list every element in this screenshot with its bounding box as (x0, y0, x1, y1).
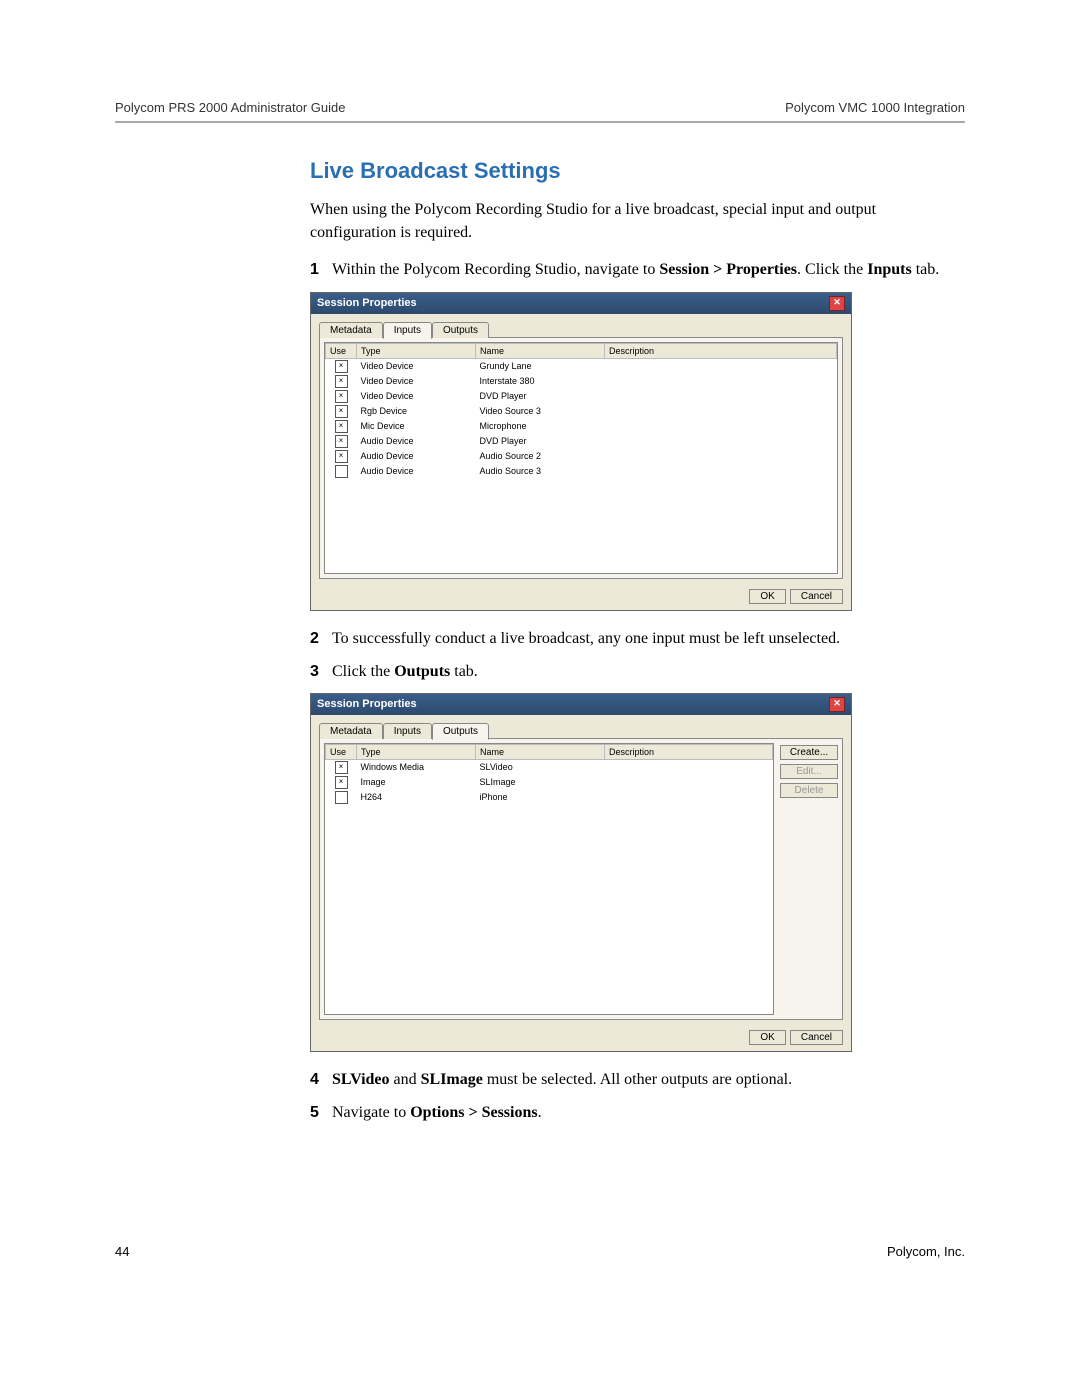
table-row[interactable]: H264iPhone (326, 790, 773, 805)
intro-paragraph: When using the Polycom Recording Studio … (310, 198, 965, 244)
page-number: 44 (115, 1244, 129, 1259)
step-text: Within the Polycom Recording Studio, nav… (332, 258, 965, 281)
tab-inputs[interactable]: Inputs (383, 723, 432, 739)
step-3: 3 Click the Outputs tab. (310, 660, 965, 683)
use-checkbox[interactable]: × (335, 405, 348, 418)
table-row[interactable]: Audio DeviceAudio Source 3 (326, 464, 837, 479)
table-row[interactable]: ×Audio DeviceDVD Player (326, 434, 837, 449)
table-row[interactable]: ×ImageSLImage (326, 775, 773, 790)
col-use[interactable]: Use (326, 744, 357, 759)
use-checkbox[interactable]: × (335, 390, 348, 403)
step-1: 1 Within the Polycom Recording Studio, n… (310, 258, 965, 281)
header-right: Polycom VMC 1000 Integration (785, 100, 965, 115)
table-row[interactable]: ×Mic DeviceMicrophone (326, 419, 837, 434)
page-header: Polycom PRS 2000 Administrator Guide Pol… (115, 100, 965, 121)
table-row[interactable]: ×Video DeviceDVD Player (326, 389, 837, 404)
use-checkbox[interactable]: × (335, 375, 348, 388)
step-number: 2 (310, 627, 332, 650)
step-number: 1 (310, 258, 332, 281)
step-number: 5 (310, 1101, 332, 1124)
table-row[interactable]: ×Video DeviceInterstate 380 (326, 374, 837, 389)
cancel-button[interactable]: Cancel (790, 589, 843, 604)
step-text: SLVideo and SLImage must be selected. Al… (332, 1068, 965, 1091)
step-number: 3 (310, 660, 332, 683)
step-number: 4 (310, 1068, 332, 1091)
edit-button[interactable]: Edit... (780, 764, 838, 779)
col-name[interactable]: Name (476, 343, 605, 358)
use-checkbox[interactable] (335, 465, 348, 478)
use-checkbox[interactable] (335, 791, 348, 804)
dialog-tabs: Metadata Inputs Outputs (319, 322, 843, 338)
footer-org: Polycom, Inc. (887, 1244, 965, 1259)
tab-metadata[interactable]: Metadata (319, 322, 383, 338)
step-4: 4 SLVideo and SLImage must be selected. … (310, 1068, 965, 1091)
header-divider (115, 121, 965, 123)
step-text: Navigate to Options > Sessions. (332, 1101, 965, 1124)
outputs-table: Use Type Name Description ×Windows Media… (325, 744, 773, 805)
ok-button[interactable]: OK (749, 589, 785, 604)
tab-metadata[interactable]: Metadata (319, 723, 383, 739)
col-type[interactable]: Type (357, 343, 476, 358)
use-checkbox[interactable]: × (335, 450, 348, 463)
step-5: 5 Navigate to Options > Sessions. (310, 1101, 965, 1124)
use-checkbox[interactable]: × (335, 776, 348, 789)
use-checkbox[interactable]: × (335, 761, 348, 774)
col-type[interactable]: Type (357, 744, 476, 759)
dialog-title-text: Session Properties (317, 698, 417, 710)
col-description[interactable]: Description (605, 744, 773, 759)
tab-inputs[interactable]: Inputs (383, 322, 432, 339)
step-text: To successfully conduct a live broadcast… (332, 627, 965, 650)
dialog-title-bar: Session Properties ✕ (311, 293, 851, 314)
table-row[interactable]: ×Video DeviceGrundy Lane (326, 358, 837, 374)
table-row[interactable]: ×Audio DeviceAudio Source 2 (326, 449, 837, 464)
output-action-buttons: Create... Edit... Delete (780, 743, 838, 1015)
dialog-tabs: Metadata Inputs Outputs (319, 723, 843, 739)
col-use[interactable]: Use (326, 343, 357, 358)
dialog-title-text: Session Properties (317, 297, 417, 309)
table-row[interactable]: ×Windows MediaSLVideo (326, 759, 773, 775)
step-2: 2 To successfully conduct a live broadca… (310, 627, 965, 650)
tab-outputs[interactable]: Outputs (432, 322, 489, 338)
page-footer: 44 Polycom, Inc. (115, 1244, 965, 1259)
close-icon[interactable]: ✕ (829, 697, 845, 712)
close-icon[interactable]: ✕ (829, 296, 845, 311)
col-description[interactable]: Description (605, 343, 837, 358)
use-checkbox[interactable]: × (335, 360, 348, 373)
ok-button[interactable]: OK (749, 1030, 785, 1045)
step-text: Click the Outputs tab. (332, 660, 965, 683)
section-heading: Live Broadcast Settings (310, 158, 965, 184)
use-checkbox[interactable]: × (335, 435, 348, 448)
header-left: Polycom PRS 2000 Administrator Guide (115, 100, 346, 115)
use-checkbox[interactable]: × (335, 420, 348, 433)
inputs-table: Use Type Name Description ×Video DeviceG… (325, 343, 837, 479)
table-row[interactable]: ×Rgb DeviceVideo Source 3 (326, 404, 837, 419)
dialog-title-bar: Session Properties ✕ (311, 694, 851, 715)
delete-button[interactable]: Delete (780, 783, 838, 798)
col-name[interactable]: Name (476, 744, 605, 759)
session-properties-dialog-outputs: Session Properties ✕ Metadata Inputs Out… (310, 693, 852, 1052)
cancel-button[interactable]: Cancel (790, 1030, 843, 1045)
session-properties-dialog-inputs: Session Properties ✕ Metadata Inputs Out… (310, 292, 852, 611)
tab-outputs[interactable]: Outputs (432, 723, 489, 740)
create-button[interactable]: Create... (780, 745, 838, 760)
